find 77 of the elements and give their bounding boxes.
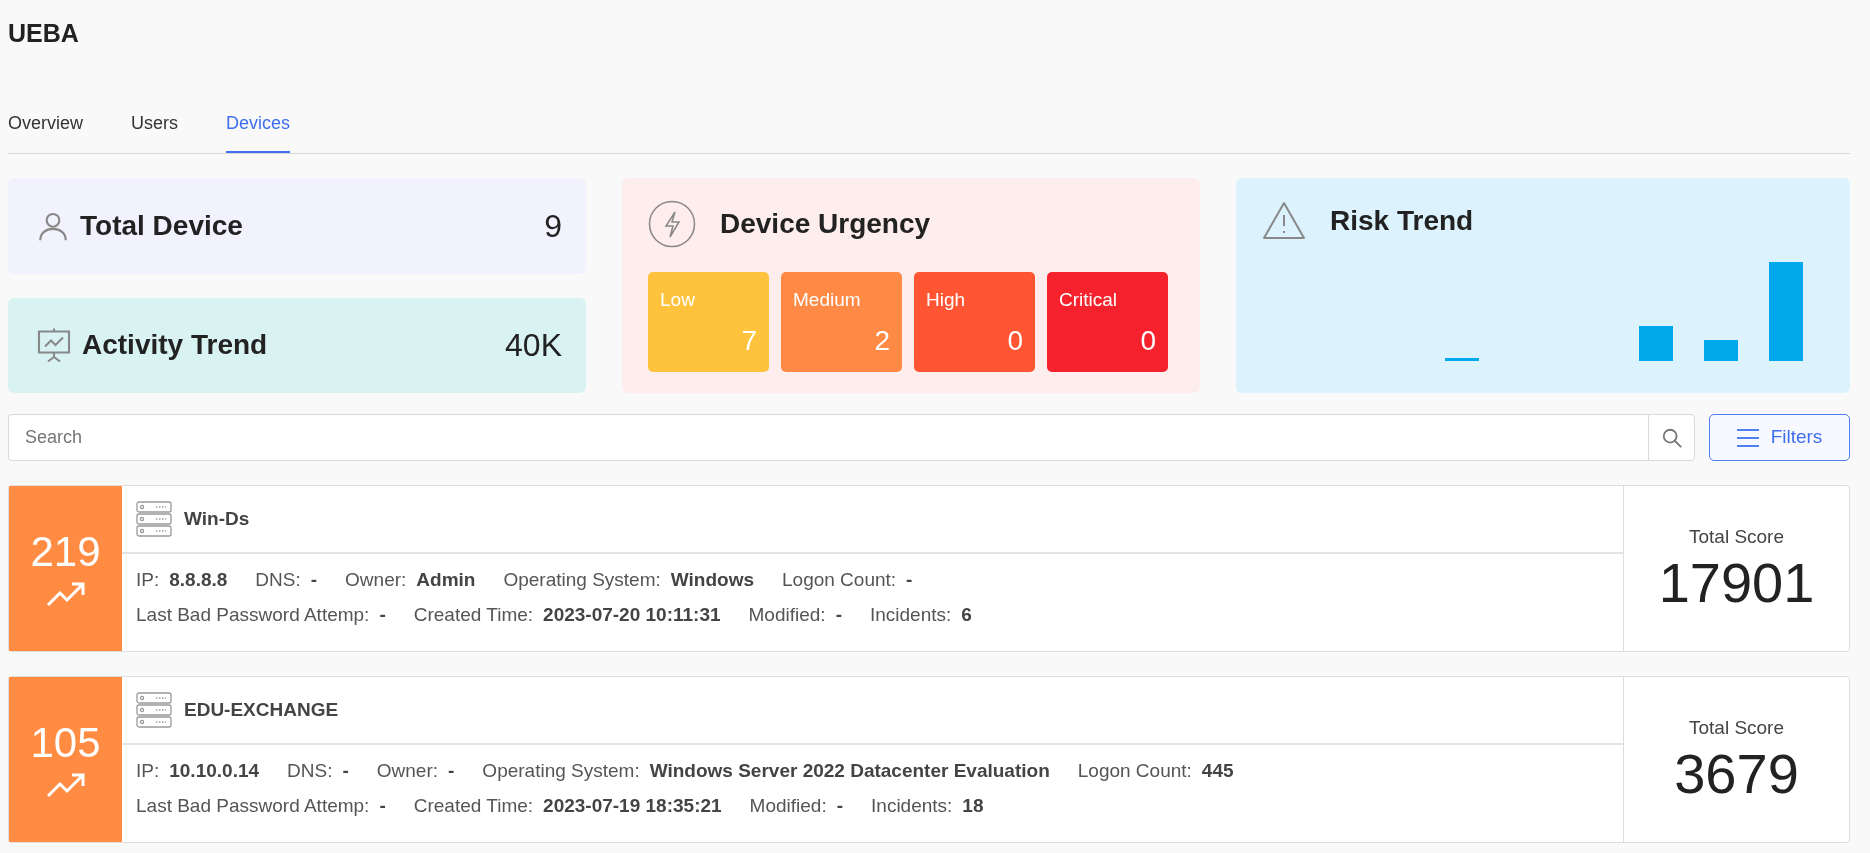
card-title: Total Device	[80, 208, 244, 243]
field-value: 18	[962, 794, 984, 816]
field-value: -	[836, 794, 844, 816]
field-value: -	[342, 760, 349, 781]
filters-button[interactable]: Filters	[1709, 414, 1850, 461]
field-label: Owner:	[345, 569, 407, 590]
risk-score: 105	[30, 721, 101, 764]
total-score-label: Total Score	[1688, 525, 1784, 550]
chart-bar	[1445, 358, 1479, 361]
field-value: 445	[1201, 760, 1234, 781]
field-label: Incidents:	[871, 794, 953, 816]
lightning-icon	[648, 200, 696, 248]
field-label: Incidents:	[870, 603, 952, 625]
tab[interactable]: Users	[131, 110, 179, 153]
search-icon	[1660, 426, 1683, 449]
trend-up-icon	[45, 580, 86, 607]
card-title: Activity Trend	[82, 328, 269, 363]
warning-icon	[1262, 200, 1306, 242]
field-label: Owner:	[376, 760, 439, 781]
risk-score: 219	[30, 530, 101, 573]
field-value: 2023-07-20 10:11:31	[543, 603, 721, 625]
field-value: -	[379, 794, 386, 816]
field-label: Created Time:	[413, 794, 534, 816]
field-value: -	[379, 603, 386, 625]
field-value: 6	[961, 603, 972, 625]
field-label: IP:	[136, 569, 160, 590]
field-value: 8.8.8.8	[169, 569, 228, 590]
field-label: Operating System:	[482, 760, 640, 781]
search-field[interactable]: Search	[8, 414, 1648, 461]
presentation-chart-icon	[36, 327, 72, 364]
page-title: UEBA	[8, 18, 80, 49]
urgency-label: Medium	[793, 288, 862, 312]
urgency-count: 2	[873, 324, 890, 358]
card-title: Risk Trend	[1330, 204, 1474, 238]
trend-up-icon	[45, 771, 86, 798]
urgency-label: Low	[660, 288, 696, 312]
field-label: Created Time:	[413, 603, 534, 625]
urgency-label: High	[926, 288, 967, 312]
urgency-count: 0	[1006, 324, 1023, 358]
urgency-count: 7	[740, 324, 757, 358]
activity-count: 40K	[505, 326, 562, 366]
field-label: Modified:	[748, 603, 826, 625]
total-score-label: Total Score	[1688, 716, 1784, 741]
field-value: Windows Server 2022 Datacenter Evaluation	[649, 760, 1050, 781]
field-value: 10.10.0.14	[169, 760, 260, 781]
chart-bar	[1639, 326, 1673, 361]
field-value: 2023-07-19 18:35:21	[543, 794, 722, 816]
urgency-count: 0	[1139, 324, 1156, 358]
device-name: Win-Ds	[184, 506, 250, 531]
urgency-label: Critical	[1059, 288, 1119, 312]
field-value: -	[448, 760, 455, 781]
field-value: Admin	[416, 569, 476, 590]
field-value: -	[310, 569, 318, 590]
tab[interactable]: Devices	[226, 110, 291, 153]
field-value: -	[906, 569, 913, 590]
menu-icon	[1736, 428, 1759, 447]
device-count: 9	[544, 206, 562, 246]
field-value: Windows	[670, 569, 754, 590]
field-label: Operating System:	[503, 569, 661, 590]
chart-bar	[1704, 340, 1738, 361]
total-score-value: 3679	[1674, 742, 1799, 805]
total-score-value: 17901	[1658, 551, 1815, 614]
card-title: Device Urgency	[720, 207, 931, 241]
field-label: Logon Count:	[1077, 760, 1192, 781]
field-label: Modified:	[749, 794, 827, 816]
server-icon	[136, 692, 172, 728]
field-value: -	[835, 603, 842, 625]
field-label: DNS:	[255, 569, 301, 590]
field-label: IP:	[136, 760, 160, 781]
field-label: Last Bad Password Attemp:	[136, 603, 370, 625]
field-label: Last Bad Password Attemp:	[136, 794, 370, 816]
field-label: DNS:	[287, 760, 333, 781]
tab[interactable]: Overview	[8, 110, 83, 153]
search-button[interactable]	[1648, 414, 1695, 461]
device-name: EDU-EXCHANGE	[184, 697, 339, 722]
field-label: Logon Count:	[782, 569, 897, 590]
server-icon	[136, 501, 172, 537]
